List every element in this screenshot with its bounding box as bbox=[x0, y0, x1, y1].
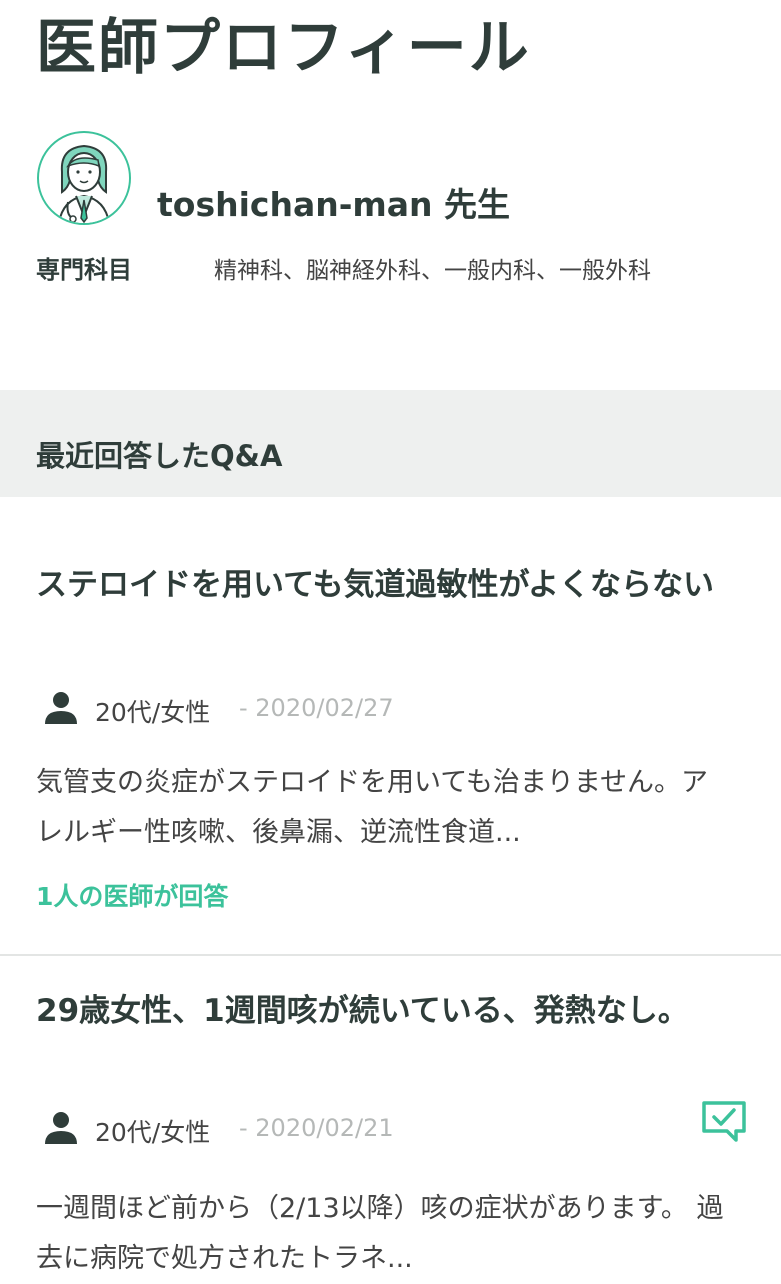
page-title: 医師プロフィール bbox=[36, 13, 531, 83]
qa-title[interactable]: 29歳女性、1週間咳が続いている、発熱なし。 bbox=[36, 988, 741, 1034]
qa-title[interactable]: ステロイドを用いても気道過敏性がよくならない bbox=[36, 562, 741, 608]
answer-count: 1人の医師が回答 bbox=[36, 882, 229, 911]
qa-item[interactable]: 29歳女性、1週間咳が続いている、発熱なし。 20代/女性 - 2020/02/… bbox=[0, 956, 781, 1280]
person-icon bbox=[45, 692, 77, 724]
qa-excerpt: 気管支の炎症がステロイドを用いても治まりません。アレルギー性咳嗽、後鼻漏、逆流性… bbox=[36, 767, 709, 848]
doctor-avatar bbox=[37, 131, 131, 225]
qa-item[interactable]: ステロイドを用いても気道過敏性がよくならない 20代/女性 - 2020/02/… bbox=[0, 520, 781, 954]
post-date: - 2020/02/21 bbox=[239, 1114, 394, 1142]
qa-excerpt: 一週間ほど前から（2/13以降）咳の症状があります。 過去に病院で処方されたトラ… bbox=[36, 1193, 724, 1274]
author-age-gender: 20代/女性 bbox=[95, 698, 211, 727]
section-title: 最近回答したQ&A bbox=[36, 439, 283, 473]
author-age-gender: 20代/女性 bbox=[95, 1118, 211, 1147]
person-icon bbox=[45, 1112, 77, 1144]
chat-check-icon bbox=[702, 1101, 746, 1142]
post-date: - 2020/02/27 bbox=[239, 694, 394, 722]
specialty-list: 精神科、脳神経外科、一般内科、一般外科 bbox=[214, 258, 651, 284]
specialty-label: 専門科目 bbox=[36, 256, 132, 284]
doctor-name: toshichan-man 先生 bbox=[157, 185, 511, 224]
